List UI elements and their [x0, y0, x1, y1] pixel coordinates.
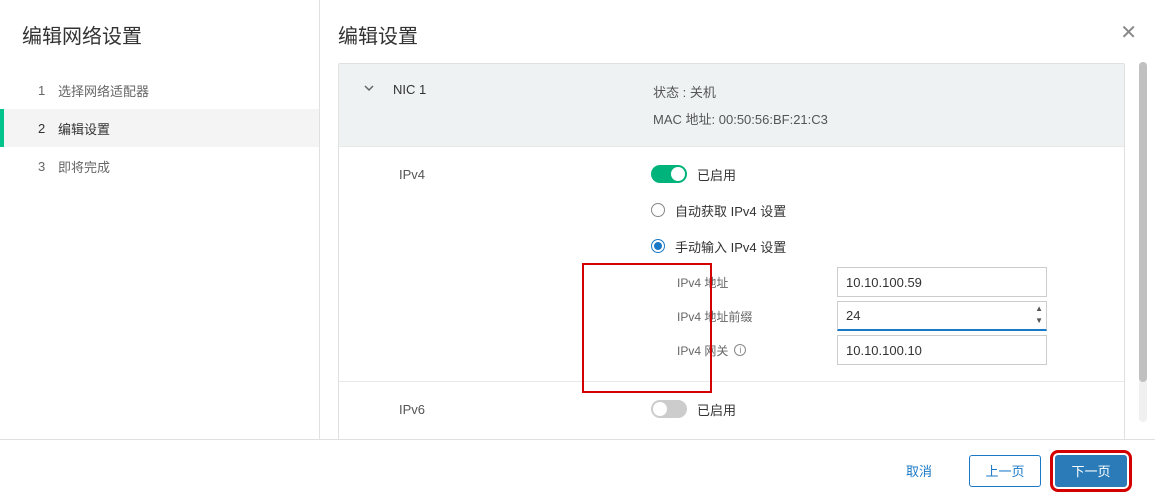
nic-name: NIC 1	[393, 82, 426, 97]
nic-settings-box: NIC 1 状态 : 关机 MAC 地址: 00:50:56:BF:21:C3 …	[338, 63, 1125, 443]
ipv4-manual-radio[interactable]	[651, 239, 665, 253]
step-edit-settings[interactable]: 2 编辑设置	[0, 109, 319, 147]
ipv4-prefix-input[interactable]	[837, 301, 1047, 331]
step-select-adapter[interactable]: 1 选择网络适配器	[0, 71, 319, 109]
ipv4-enabled-text: 已启用	[697, 165, 736, 184]
ipv4-gateway-label: IPv4 网关 i	[677, 342, 837, 359]
step-label: 编辑设置	[58, 119, 110, 138]
ipv4-manual-label: 手动输入 IPv4 设置	[675, 237, 786, 256]
ipv4-address-label: IPv4 地址	[677, 274, 837, 291]
step-number: 2	[38, 121, 58, 136]
nic-mac-line: MAC 地址: 00:50:56:BF:21:C3	[653, 109, 828, 128]
prefix-stepper[interactable]: ▲▼	[1033, 303, 1045, 327]
prev-button[interactable]: 上一页	[969, 455, 1041, 487]
stepper-down-icon: ▼	[1033, 315, 1045, 327]
dialog-footer: 取消 上一页 下一页	[0, 439, 1155, 501]
ipv4-label: IPv4	[399, 167, 651, 182]
scrollbar-thumb[interactable]	[1139, 62, 1147, 382]
info-icon[interactable]: i	[734, 344, 746, 356]
nic-status-line: 状态 : 关机	[653, 82, 828, 101]
stepper-up-icon: ▲	[1033, 303, 1045, 315]
ipv4-auto-label: 自动获取 IPv4 设置	[675, 201, 786, 220]
ipv6-enabled-text: 已启用	[697, 400, 736, 419]
ipv4-toggle[interactable]	[651, 165, 687, 183]
step-label: 即将完成	[58, 157, 110, 176]
close-button[interactable]: ✕	[1120, 20, 1137, 45]
ipv4-auto-radio[interactable]	[651, 203, 665, 217]
ipv6-toggle[interactable]	[651, 400, 687, 418]
ipv4-address-input[interactable]	[837, 267, 1047, 297]
step-ready-complete[interactable]: 3 即将完成	[0, 147, 319, 185]
chevron-down-icon[interactable]	[363, 82, 375, 97]
wizard-sidebar: 编辑网络设置 1 选择网络适配器 2 编辑设置 3 即将完成	[0, 0, 320, 501]
ipv6-label: IPv6	[399, 402, 651, 417]
step-number: 1	[38, 83, 58, 98]
network-settings-dialog: 编辑网络设置 1 选择网络适配器 2 编辑设置 3 即将完成 编辑设置 ✕ NI…	[0, 0, 1155, 501]
cancel-button[interactable]: 取消	[883, 455, 955, 487]
ipv6-section: IPv6 已启用	[339, 381, 1124, 442]
dialog-title: 编辑网络设置	[0, 20, 319, 71]
main-title: 编辑设置	[338, 20, 1125, 49]
scrollbar[interactable]	[1139, 62, 1147, 422]
ipv4-prefix-label: IPv4 地址前缀	[677, 308, 837, 325]
ipv4-gateway-input[interactable]	[837, 335, 1047, 365]
step-number: 3	[38, 159, 58, 174]
next-button[interactable]: 下一页	[1055, 455, 1127, 487]
main-panel: 编辑设置 ✕ NIC 1 状态 : 关机 MAC 地址: 00:50:56:BF…	[320, 0, 1155, 501]
ipv4-section: IPv4 已启用 自动获取 IPv4 设置 手动输入 IPv4 设置 IP	[339, 146, 1124, 381]
step-label: 选择网络适配器	[58, 81, 149, 100]
nic-header: NIC 1 状态 : 关机 MAC 地址: 00:50:56:BF:21:C3	[339, 64, 1124, 146]
